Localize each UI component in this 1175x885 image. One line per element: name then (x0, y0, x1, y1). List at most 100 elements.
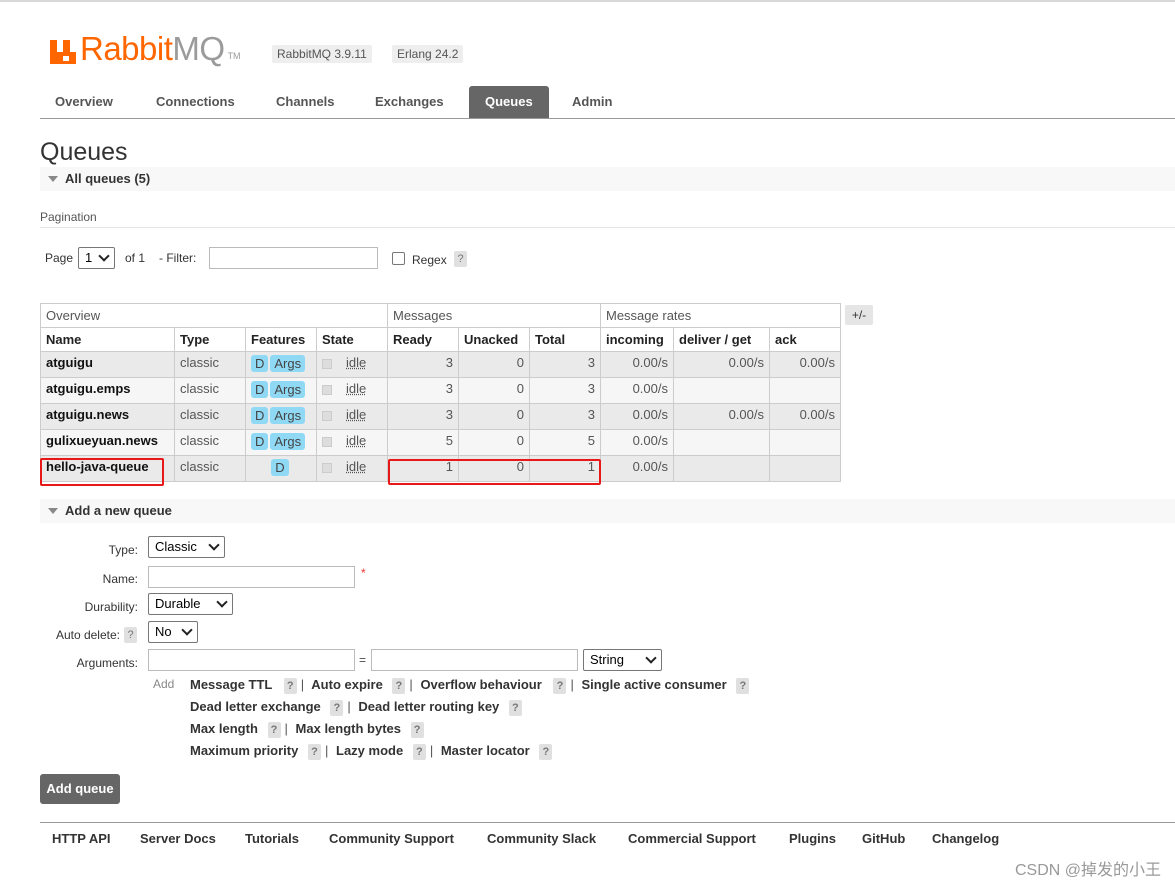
hint-dead-letter-routing-key[interactable]: Dead letter routing key (358, 699, 499, 714)
queue-features: D Args (245, 377, 317, 404)
column-toggle-button[interactable]: +/- (845, 305, 873, 325)
hint-overflow-behaviour[interactable]: Overflow behaviour (420, 677, 541, 692)
type-select[interactable]: Classic (148, 536, 225, 558)
auto-delete-select[interactable]: No (148, 621, 198, 643)
hint-max-length-bytes[interactable]: Max length bytes (296, 721, 401, 736)
help-icon[interactable]: ? (508, 700, 522, 716)
ready-count: 3 (387, 403, 459, 430)
footer-link-commercial-support[interactable]: Commercial Support (628, 831, 756, 846)
hint-max-length[interactable]: Max length (190, 721, 258, 736)
help-icon[interactable]: ? (392, 678, 406, 694)
hint-single-active-consumer[interactable]: Single active consumer (581, 677, 726, 692)
unacked-count: 0 (458, 403, 530, 430)
queue-name-link[interactable]: atguigu.emps (40, 377, 175, 404)
auto-delete-help-icon[interactable]: ? (124, 627, 137, 643)
group-header-overview: Overview (40, 303, 388, 328)
regex-checkbox[interactable] (392, 252, 405, 265)
hint-message-ttl[interactable]: Message TTL (190, 677, 272, 692)
type-select-value: Classic (155, 539, 197, 554)
feature-args-badge: Args (270, 355, 306, 372)
footer-link-tutorials[interactable]: Tutorials (245, 831, 299, 846)
add-queue-button[interactable]: Add queue (40, 774, 120, 804)
total-count: 3 (529, 377, 601, 404)
queue-name-link[interactable]: gulixueyuan.news (40, 429, 175, 456)
column-header-ack[interactable]: ack (769, 327, 841, 352)
durability-select-value: Durable (155, 596, 201, 611)
help-icon[interactable]: ? (267, 722, 281, 738)
queue-name-link[interactable]: atguigu (40, 351, 175, 378)
hint-lazy-mode[interactable]: Lazy mode (336, 743, 403, 758)
auto-delete-label: Auto delete: (55, 628, 120, 642)
chevron-down-icon (645, 652, 657, 664)
tab-connections[interactable]: Connections (141, 86, 250, 118)
table-row[interactable]: gulixueyuan.news classic D Args idle 5 0 … (40, 429, 841, 456)
durability-select[interactable]: Durable (148, 593, 233, 615)
queue-name-input[interactable] (148, 566, 355, 588)
help-icon[interactable]: ? (736, 678, 750, 694)
filter-input[interactable] (209, 247, 378, 269)
hint-master-locator[interactable]: Master locator (441, 743, 530, 758)
hint-auto-expire[interactable]: Auto expire (311, 677, 383, 692)
add-queue-toggle[interactable]: Add a new queue (40, 499, 1175, 523)
deliver-rate: 0.00/s (673, 351, 770, 378)
required-marker: * (361, 566, 366, 580)
chevron-down-icon (216, 596, 228, 608)
durability-label: Durability: (84, 600, 138, 614)
queue-state: idle (316, 377, 388, 404)
tab-queues[interactable]: Queues (469, 86, 549, 118)
footer-link-community-slack[interactable]: Community Slack (487, 831, 596, 846)
footer-link-changelog[interactable]: Changelog (932, 831, 999, 846)
page-select-value: 1 (85, 250, 93, 265)
column-header-ready[interactable]: Ready (387, 327, 459, 352)
footer-link-github[interactable]: GitHub (862, 831, 905, 846)
footer-link-community-support[interactable]: Community Support (329, 831, 454, 846)
regex-help-icon[interactable]: ? (454, 251, 467, 267)
main-nav-tabs: Overview Connections Channels Exchanges … (40, 86, 1175, 119)
hint-dead-letter-exchange[interactable]: Dead letter exchange (190, 699, 321, 714)
help-icon[interactable]: ? (539, 744, 553, 760)
queue-type: classic (174, 455, 246, 482)
page-select[interactable]: 1 (78, 247, 115, 269)
table-row[interactable]: atguigu.news classic D Args idle 3 0 3 0.… (40, 403, 841, 430)
help-icon[interactable]: ? (412, 744, 426, 760)
column-header-incoming[interactable]: incoming (600, 327, 674, 352)
tab-overview[interactable]: Overview (40, 86, 128, 118)
feature-durable-badge: D (271, 459, 289, 476)
state-label: idle (346, 355, 367, 370)
total-count: 5 (529, 429, 601, 456)
help-icon[interactable]: ? (307, 744, 321, 760)
hint-maximum-priority[interactable]: Maximum priority (190, 743, 298, 758)
tab-channels[interactable]: Channels (261, 86, 350, 118)
help-icon[interactable]: ? (553, 678, 567, 694)
table-row[interactable]: atguigu.emps classic D Args idle 3 0 3 0.… (40, 377, 841, 404)
all-queues-toggle[interactable]: All queues (5) (40, 167, 1175, 191)
column-header-name[interactable]: Name (40, 327, 175, 352)
footer-link-plugins[interactable]: Plugins (789, 831, 836, 846)
column-header-total[interactable]: Total (529, 327, 601, 352)
column-header-state[interactable]: State (316, 327, 388, 352)
collapse-triangle-icon (48, 508, 58, 514)
column-header-unacked[interactable]: Unacked (458, 327, 530, 352)
group-header-messages: Messages (387, 303, 601, 328)
help-icon[interactable]: ? (410, 722, 424, 738)
queue-features: D Args (245, 403, 317, 430)
table-row[interactable]: atguigu classic D Args idle 3 0 3 0.00/s … (40, 351, 841, 378)
unacked-count: 0 (458, 377, 530, 404)
argument-value-input[interactable] (371, 649, 578, 671)
page-of-label: of 1 (125, 251, 146, 265)
column-header-type[interactable]: Type (174, 327, 246, 352)
feature-args-badge: Args (270, 433, 306, 450)
unacked-count: 0 (458, 429, 530, 456)
footer-link-http-api[interactable]: HTTP API (52, 831, 111, 846)
rabbitmq-logo[interactable]: Rabbit MQ TM (50, 24, 241, 65)
argument-key-input[interactable] (148, 649, 355, 671)
footer-link-server-docs[interactable]: Server Docs (140, 831, 216, 846)
tab-admin[interactable]: Admin (557, 86, 627, 118)
help-icon[interactable]: ? (283, 678, 297, 694)
column-header-deliver-get[interactable]: deliver / get (673, 327, 770, 352)
argument-type-select[interactable]: String (583, 649, 662, 671)
tab-exchanges[interactable]: Exchanges (360, 86, 459, 118)
incoming-rate: 0.00/s (600, 403, 674, 430)
help-icon[interactable]: ? (330, 700, 344, 716)
queue-name-link[interactable]: atguigu.news (40, 403, 175, 430)
